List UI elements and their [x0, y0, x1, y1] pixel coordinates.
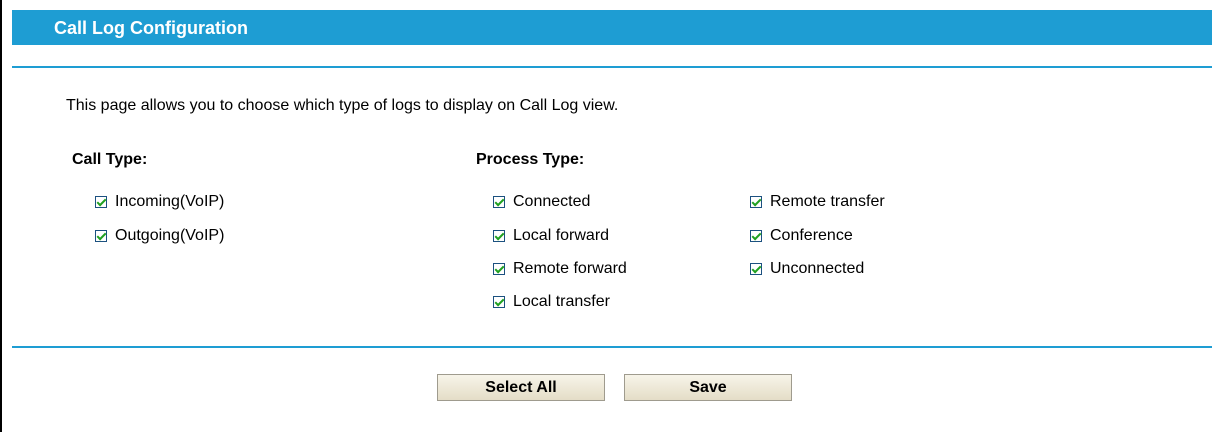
checkbox-local-transfer[interactable]: Local transfer [493, 292, 610, 312]
checkbox-local-forward[interactable]: Local forward [493, 226, 609, 246]
checkbox-label: Remote forward [513, 260, 627, 277]
checkbox-label: Incoming(VoIP) [115, 193, 225, 210]
checkbox-checked-icon[interactable] [750, 196, 762, 208]
checkbox-checked-icon[interactable] [750, 263, 762, 275]
checkbox-checked-icon[interactable] [750, 230, 762, 242]
process-type-heading: Process Type: [476, 151, 585, 168]
title-bar: Call Log Configuration [12, 10, 1212, 45]
checkbox-checked-icon[interactable] [493, 263, 505, 275]
page-description: This page allows you to choose which typ… [66, 97, 619, 114]
save-button[interactable]: Save [624, 374, 792, 401]
checkbox-remote-transfer[interactable]: Remote transfer [750, 192, 885, 212]
bottom-divider [12, 346, 1212, 348]
select-all-button[interactable]: Select All [437, 374, 605, 401]
checkbox-label: Outgoing(VoIP) [115, 227, 225, 244]
checkbox-label: Local transfer [513, 293, 610, 310]
checkbox-label: Conference [770, 227, 853, 244]
checkbox-label: Unconnected [770, 260, 865, 277]
checkbox-label: Local forward [513, 227, 610, 244]
checkbox-connected[interactable]: Connected [493, 192, 590, 212]
checkbox-conference[interactable]: Conference [750, 226, 853, 246]
checkbox-label: Connected [513, 193, 591, 210]
checkbox-label: Remote transfer [770, 193, 885, 210]
checkbox-unconnected[interactable]: Unconnected [750, 259, 864, 279]
checkbox-remote-forward[interactable]: Remote forward [493, 259, 627, 279]
checkbox-incoming-voip[interactable]: Incoming(VoIP) [95, 192, 224, 212]
checkbox-outgoing-voip[interactable]: Outgoing(VoIP) [95, 226, 224, 246]
checkbox-checked-icon[interactable] [493, 230, 505, 242]
checkbox-checked-icon[interactable] [493, 296, 505, 308]
checkbox-checked-icon[interactable] [95, 230, 107, 242]
call-type-heading: Call Type: [72, 151, 148, 168]
checkbox-checked-icon[interactable] [95, 196, 107, 208]
page-frame: Call Log Configuration This page allows … [0, 0, 1212, 432]
page-title: Call Log Configuration [54, 18, 248, 38]
top-divider [12, 66, 1212, 68]
checkbox-checked-icon[interactable] [493, 196, 505, 208]
